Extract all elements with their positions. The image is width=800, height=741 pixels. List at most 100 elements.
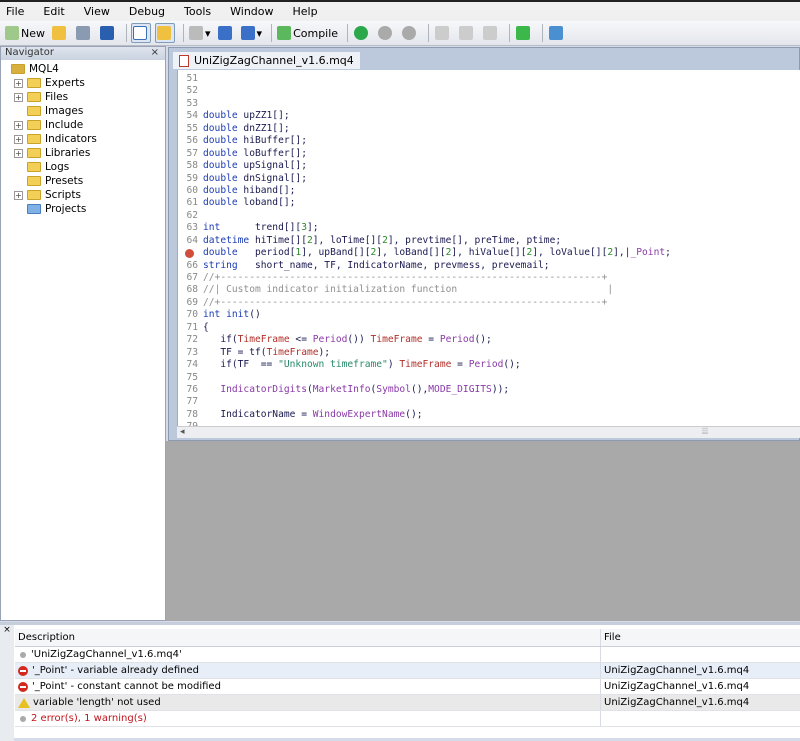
code-token: loband[]; (237, 197, 296, 209)
divider (126, 24, 127, 42)
expand-icon[interactable]: + (14, 120, 23, 130)
menu-edit[interactable]: Edit (43, 5, 64, 18)
line-number: 51 (186, 73, 198, 84)
folder-icon (27, 106, 41, 116)
line-number: 61 (186, 197, 198, 209)
expand-icon[interactable]: + (14, 190, 23, 200)
code-token: Symbol (376, 383, 411, 395)
compile-button[interactable]: Compile (276, 23, 339, 43)
description-text: 'UniZigZagChannel_v1.6.mq4' (31, 649, 182, 660)
run-button[interactable] (514, 23, 534, 43)
expand-icon[interactable]: + (14, 148, 23, 158)
new-button[interactable]: New (4, 23, 46, 43)
table-row[interactable]: 'UniZigZagChannel_v1.6.mq4' (15, 647, 800, 663)
code-token: TF = tf( (203, 346, 267, 358)
description-cell: '_Point' - variable already defined (15, 663, 601, 678)
menu-help[interactable]: Help (293, 5, 318, 18)
stop-button[interactable] (400, 23, 420, 43)
insert-variable-button[interactable] (216, 23, 236, 43)
code-token: upZZ1[]; (237, 110, 290, 122)
description-cell: variable 'length' not used (15, 695, 601, 710)
editor-tab[interactable]: UniZigZagChannel_v1.6.mq4 (173, 52, 360, 69)
save-all-icon (100, 26, 114, 40)
navigator-panel: Navigator × MQL4 + Experts + Files Images + Inc… (0, 46, 166, 621)
menu-debug[interactable]: Debug (129, 5, 165, 18)
menu-view[interactable]: View (84, 5, 110, 18)
toolbox-side-bar: × (0, 625, 14, 741)
line-number: 75 (186, 371, 198, 383)
expand-icon[interactable]: + (14, 92, 23, 102)
tree-item-files[interactable]: + Files (1, 90, 165, 104)
save-button[interactable] (74, 23, 94, 43)
column-description[interactable]: Description (15, 629, 601, 646)
navigator-header: Navigator × (1, 47, 165, 60)
tree-item-projects[interactable]: Projects (1, 202, 165, 216)
terminal-button[interactable] (547, 23, 567, 43)
expand-icon[interactable]: + (14, 78, 23, 88)
tree-item-presets[interactable]: Presets (1, 174, 165, 188)
scroll-grip-icon[interactable]: ⦙⦙⦙ (702, 427, 708, 437)
step-over-button[interactable] (457, 23, 477, 43)
column-file[interactable]: File (601, 632, 621, 643)
open-button[interactable] (50, 23, 70, 43)
pause-button[interactable] (376, 23, 396, 43)
table-row[interactable]: '_Point' - variable already defined UniZi… (15, 663, 800, 679)
tree-item-images[interactable]: Images (1, 104, 165, 118)
save-all-button[interactable] (98, 23, 118, 43)
close-icon[interactable]: × (151, 47, 159, 60)
folder-icon (27, 204, 41, 214)
start-button[interactable] (352, 23, 372, 43)
menu-window[interactable]: Window (230, 5, 273, 18)
navigator-tree: MQL4 + Experts + Files Images + Include + Indica… (1, 60, 165, 216)
tree-item-include[interactable]: + Include (1, 118, 165, 132)
step-into-button[interactable] (433, 23, 453, 43)
tree-item-experts[interactable]: + Experts (1, 76, 165, 90)
toggle-navigator-button[interactable] (131, 23, 151, 43)
file-cell: UniZigZagChannel_v1.6.mq4 (604, 681, 750, 692)
code-line: 52 (178, 85, 800, 97)
code-token: upSignal[]; (237, 160, 307, 172)
insert-function-button[interactable]: ▾ (240, 23, 264, 43)
code-token: IndicatorName = (203, 408, 313, 420)
scroll-left-icon[interactable]: ◂ (177, 427, 185, 437)
step-out-button[interactable] (481, 23, 501, 43)
code-token: "Unknown timeframe" (278, 359, 388, 371)
tree-item-scripts[interactable]: + Scripts (1, 188, 165, 202)
code-token: double (203, 110, 238, 122)
description-cell: 2 error(s), 1 warning(s) (15, 711, 601, 726)
menu-file[interactable]: File (6, 5, 24, 18)
line-number: 66 (186, 259, 198, 271)
tree-item-indicators[interactable]: + Indicators (1, 132, 165, 146)
step-over-icon (459, 26, 474, 40)
code-token: double (203, 197, 238, 209)
table-row[interactable]: 2 error(s), 1 warning(s) (15, 711, 800, 727)
divider (271, 24, 273, 42)
tree-root-mql4[interactable]: MQL4 (1, 62, 165, 76)
styler-button[interactable]: ▾ (188, 23, 212, 43)
code-line: 51 (178, 73, 800, 85)
description-text: variable 'length' not used (33, 697, 161, 708)
divider (509, 24, 511, 42)
error-marker-icon[interactable] (185, 249, 194, 259)
close-icon[interactable]: × (3, 625, 11, 635)
horizontal-scrollbar[interactable]: ◂ ⦙⦙⦙ (177, 426, 800, 438)
code-token: int (203, 222, 221, 234)
code-token: //| Custom indicator initialization func… (203, 284, 614, 296)
code-token: MODE_DIGITS (428, 383, 492, 395)
code-token: ); (318, 346, 331, 358)
code-line: 69 //+-----------------------------------… (178, 297, 800, 309)
code-token: double (203, 122, 238, 134)
tree-item-logs[interactable]: Logs (1, 160, 165, 174)
expand-icon[interactable]: + (14, 134, 23, 144)
code-editor[interactable]: 51 52 53 54 double upZZ1[]; 55 double dnZZ1[];… (177, 70, 800, 426)
tree-item-label: Presets (45, 175, 84, 187)
table-row[interactable]: '_Point' - constant cannot be modified Un… (15, 679, 800, 695)
menu-tools[interactable]: Tools (184, 5, 211, 18)
code-token: hiTime[][ (249, 234, 307, 246)
table-row[interactable]: variable 'length' not used UniZigZagChann… (15, 695, 800, 711)
code-line: 66 string short_name, TF, IndicatorName, … (178, 260, 800, 272)
toggle-toolbox-button[interactable] (155, 23, 175, 43)
tree-item-libraries[interactable]: + Libraries (1, 146, 165, 160)
code-token: ], upBand[][ (301, 247, 371, 259)
step-out-icon (483, 26, 498, 40)
